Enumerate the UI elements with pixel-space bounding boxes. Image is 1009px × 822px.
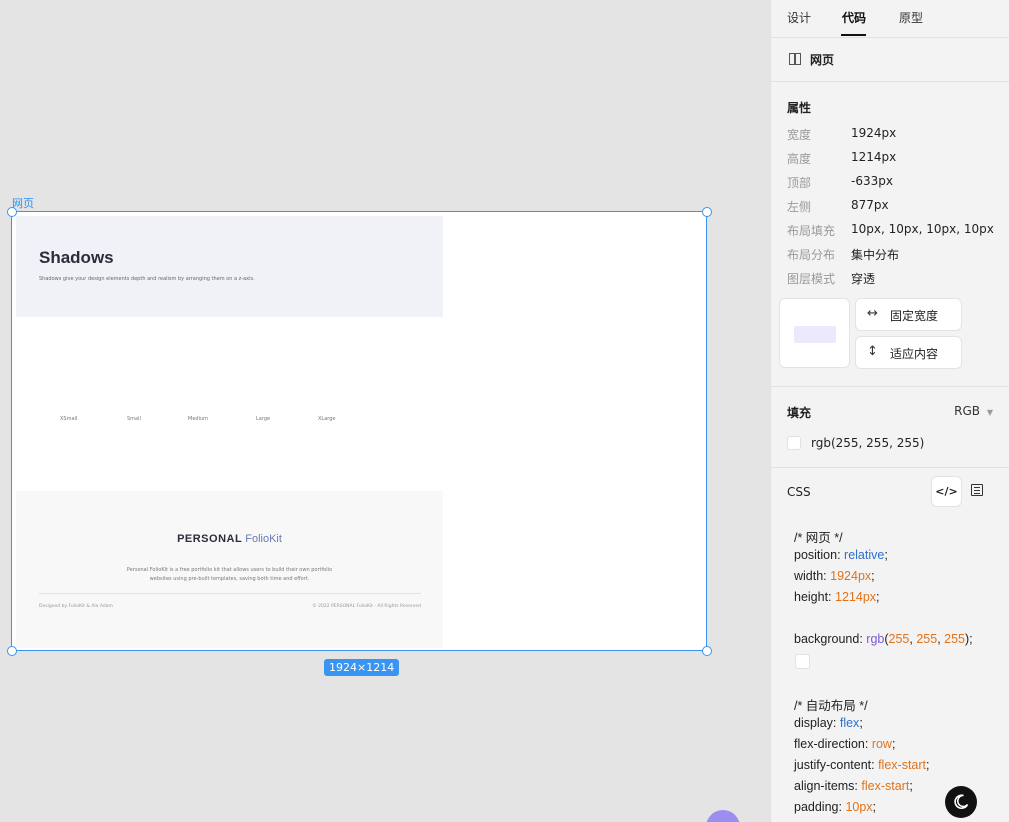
fit-content-button[interactable]: ↕ 适应内容: [855, 336, 962, 369]
prop-label: 图层模式: [787, 272, 836, 286]
code-line-background: background: rgb(255, 255, 255);: [794, 632, 973, 646]
tab-code[interactable]: 代码: [842, 9, 866, 26]
code-color-swatch: [795, 654, 810, 669]
prop-label: 布局分布: [787, 248, 836, 262]
size-label: XSmall: [60, 416, 78, 422]
code-line-height: height: 1214px;: [794, 590, 880, 604]
tab-design[interactable]: 设计: [787, 9, 811, 26]
code-line-flex-direction: flex-direction: row;: [794, 737, 896, 751]
assistant-avatar[interactable]: [706, 810, 740, 822]
prop-value: 1214px: [851, 150, 897, 164]
hero-subtitle: Shadows give your design elements depth …: [39, 276, 255, 282]
fixed-width-button[interactable]: ↔ 固定宽度: [855, 298, 962, 331]
page-footer: PERSONAL FolioKit Personal FolioKit is a…: [16, 491, 443, 648]
code-view-button[interactable]: </>: [931, 476, 962, 507]
design-canvas[interactable]: 网页 Shadows Shadows give your design elem…: [0, 0, 770, 822]
brand-bold: PERSONAL: [177, 533, 243, 545]
resize-handle-bottom-right[interactable]: [702, 646, 712, 656]
footer-divider: [39, 593, 421, 594]
size-label: Small: [127, 416, 141, 422]
footer-credit: Designed by FolioKit & Ala Adam: [39, 604, 113, 609]
panel-tabs: 设计 代码 原型: [771, 0, 1009, 38]
layout-preview-fill: [794, 326, 836, 343]
fill-color-value: rgb(255, 255, 255): [811, 436, 925, 450]
active-tab-indicator: [841, 34, 866, 36]
brand-logo: PERSONAL FolioKit: [16, 533, 443, 545]
code-line-justify-content: justify-content: flex-start;: [794, 758, 930, 772]
fill-color-swatch[interactable]: [787, 436, 801, 450]
prop-value: 10px, 10px, 10px, 10px: [851, 222, 994, 236]
size-label: Medium: [188, 416, 208, 422]
resize-handle-top-right[interactable]: [702, 207, 712, 217]
prop-label: 左侧: [787, 200, 812, 214]
size-label: Large: [256, 416, 271, 422]
fill-title: 填充: [787, 406, 812, 420]
vertical-arrows-icon: ↕: [867, 344, 878, 359]
caret-down-icon: ▼: [986, 408, 993, 417]
hero-title: Shadows: [39, 248, 114, 267]
prop-value: -633px: [851, 174, 893, 188]
prop-value: 877px: [851, 198, 889, 212]
moon-icon: [954, 794, 969, 809]
hero-section: Shadows Shadows give your design element…: [16, 216, 443, 317]
css-title: CSS: [787, 485, 811, 499]
code-comment: /* 自动布局 */: [794, 699, 868, 713]
section-divider: [771, 386, 1009, 387]
brand-light: FolioKit: [245, 533, 282, 545]
horizontal-arrows-icon: ↔: [867, 306, 878, 321]
properties-title: 属性: [787, 101, 812, 115]
prop-value: 1924px: [851, 126, 897, 140]
frame-size-badge: 1924×1214: [324, 659, 400, 676]
tab-prototype[interactable]: 原型: [899, 9, 923, 26]
prop-value: 集中分布: [851, 248, 900, 262]
fill-mode-value: RGB: [954, 404, 981, 418]
inspector-panel: 设计 代码 原型 网页 属性 宽度 1924px 高度 1214px 顶部 -6…: [770, 0, 1009, 822]
list-view-icon[interactable]: [971, 484, 983, 496]
code-comment: /* 网页 */: [794, 531, 843, 545]
code-line-width: width: 1924px;: [794, 569, 875, 583]
fill-mode-select[interactable]: RGB ▼: [954, 404, 993, 418]
size-label: XLarge: [318, 416, 336, 422]
layout-preview: [779, 298, 850, 368]
frame-icon: [789, 53, 801, 65]
node-name: 网页: [810, 53, 835, 67]
code-line-display: display: flex;: [794, 716, 863, 730]
code-line-padding: padding: 10px;: [794, 800, 877, 814]
fixed-width-label: 固定宽度: [890, 309, 939, 323]
code-line-position: position: relative;: [794, 548, 888, 562]
dark-mode-toggle[interactable]: [945, 786, 977, 818]
page-content: Shadows Shadows give your design element…: [16, 216, 443, 648]
section-divider: [771, 467, 1009, 468]
prop-value: 穿透: [851, 272, 876, 286]
prop-label: 高度: [787, 152, 812, 166]
footer-copyright: © 2022 PERSONAL FolioKit - All Rights Re…: [312, 604, 421, 609]
code-line-align-items: align-items: flex-start;: [794, 779, 913, 793]
prop-label: 布局填充: [787, 224, 836, 238]
shadow-size-labels: XSmall Small Medium Large XLarge: [16, 416, 443, 426]
footer-description: Personal FolioKit is a free portfolio ki…: [126, 567, 333, 582]
prop-label: 宽度: [787, 128, 812, 142]
prop-label: 顶部: [787, 176, 812, 190]
fit-content-label: 适应内容: [890, 347, 939, 361]
node-header: 网页: [771, 37, 1009, 82]
